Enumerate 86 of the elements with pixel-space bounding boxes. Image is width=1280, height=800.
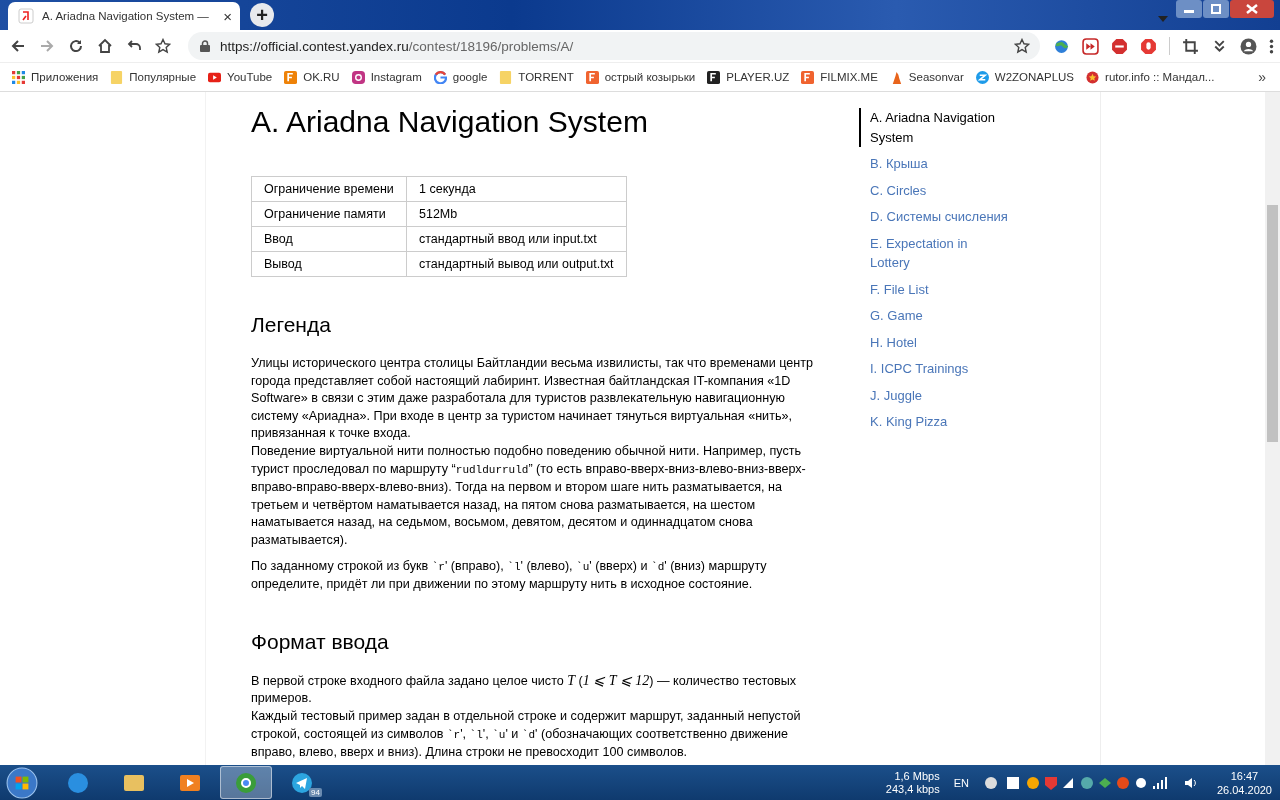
- table-cell: 512Mb: [406, 201, 627, 227]
- paragraph: Каждый тестовый пример задан в отдельной строке и содержит маршрут, заданный непустой строкой, состоящей из символов `r', `l', `u' и `d' (обозначающих соответственно движение вправо, влево, вверх и вниз). Длина строки не превосходит 100 символов.: [251, 707, 802, 762]
- section-heading: Формат ввода: [251, 629, 390, 654]
- square-logo-icon: [284, 70, 298, 84]
- download-speed: 1,6 Mbps: [894, 769, 940, 783]
- paragraph: По заданному строкой из букв `r' (вправо), `l' (влево), `u' (вверх) и `d' (вниз) маршруту определите, придёт ли при движении по этому маршруту нить в исходное состояние.: [251, 557, 768, 594]
- restore-icon[interactable]: [1203, 0, 1229, 18]
- table-cell: Ограничение памяти: [251, 201, 407, 227]
- crop-icon[interactable]: [1182, 37, 1199, 55]
- stop-hand-icon[interactable]: [1140, 37, 1157, 55]
- problem-link[interactable]: E. Expectation in Lottery: [859, 233, 1010, 273]
- site-logo-icon: [18, 8, 34, 24]
- table-cell: Вывод: [251, 251, 407, 277]
- circle-icon: [975, 70, 989, 84]
- table-cell: 1 секунда: [406, 176, 627, 202]
- square-logo-icon: [585, 70, 599, 84]
- fast-forward-extension-icon[interactable]: [1082, 37, 1099, 55]
- folder-icon: [499, 70, 513, 84]
- paragraph: Поведение виртуальной нити полностью подобно поведению обычной нити. Например, пусть турист проследовал по маршруту “rudldurruld” (то есть вправо-вверх-вниз-влево-вниз-вверх-вправо-вправо-вверх-влево-вниз). Тогда на первом и втором шаге нить разматывается, на третьем и четвёртом наматывается назад, на пятом снова разматывается, на шестом наматывается назад, на седьмом, восьмом, девятом, десятом и одиннадцатом снова разматывается).: [251, 442, 807, 549]
- start-button[interactable]: [6, 766, 38, 799]
- ring-icon: [433, 70, 447, 84]
- problem-link[interactable]: D. Системы счисления: [859, 207, 1010, 227]
- new-tab-button[interactable]: +: [250, 3, 274, 27]
- menu-icon[interactable]: [1269, 37, 1274, 55]
- bookmark-link[interactable]: Seasonvar: [889, 70, 964, 84]
- star-badge-icon: [1086, 70, 1100, 84]
- problem-link[interactable]: A. Ariadna Navigation System: [859, 108, 1010, 147]
- problem-link[interactable]: F. File List: [859, 279, 1010, 299]
- bookmark-link[interactable]: FILMIX.ME: [801, 70, 878, 84]
- square-logo-icon: [707, 70, 721, 84]
- minimize-icon[interactable]: [1176, 0, 1202, 18]
- table-cell: стандартный вывод или output.txt: [406, 251, 627, 277]
- paragraph: В первой строке входного файла задано целое чисто T (1 ⩽ T ⩽ 12) — количество тестовых примеров.: [251, 671, 798, 708]
- problem-link[interactable]: H. Hotel: [859, 332, 1010, 352]
- square-logo-icon: [801, 70, 815, 84]
- problem-title: A. Ariadna Navigation System: [251, 104, 649, 140]
- clock[interactable]: 16:47 26.04.2020: [1216, 768, 1272, 797]
- star-icon[interactable]: [155, 38, 171, 54]
- bookmark-link[interactable]: YouTube: [208, 70, 273, 84]
- lock-icon: [200, 40, 210, 52]
- camera-icon: [351, 70, 365, 84]
- bookmark-link[interactable]: Популярные: [110, 70, 197, 84]
- bookmark-link[interactable]: TORRENT: [499, 70, 574, 84]
- bookmark-link[interactable]: W2ZONAPLUS: [975, 70, 1075, 84]
- taskbar-app-button[interactable]: [220, 766, 272, 799]
- table-cell: стандартный ввод или input.txt: [406, 226, 627, 252]
- bookmark-link[interactable]: острый козырьки: [585, 70, 696, 84]
- problem-link[interactable]: K. King Pizza: [859, 412, 1010, 432]
- browser-tab[interactable]: A. Ariadna Navigation System — ×: [8, 2, 240, 30]
- app-icon: [234, 770, 258, 795]
- bookmark-link[interactable]: google: [433, 70, 488, 84]
- taskbar-app-button[interactable]: 94: [276, 766, 328, 799]
- apps-grid-icon: [12, 70, 25, 84]
- more-bookmarks-button[interactable]: »: [1258, 69, 1266, 85]
- language-indicator[interactable]: EN: [953, 776, 969, 789]
- tab-title: A. Ariadna Navigation System —: [42, 10, 210, 22]
- problem-link[interactable]: J. Juggle: [859, 385, 1010, 405]
- scrollbar[interactable]: [1265, 92, 1280, 765]
- unread-badge: 94: [309, 788, 322, 797]
- bookmark-link[interactable]: PLAYER.UZ: [707, 70, 790, 84]
- close-icon[interactable]: [1230, 0, 1274, 18]
- bookmark-link[interactable]: Приложения: [12, 70, 99, 84]
- folder-icon: [110, 70, 124, 84]
- problem-link[interactable]: G. Game: [859, 306, 1010, 326]
- reload-icon[interactable]: [68, 38, 84, 54]
- close-tab-button[interactable]: ×: [223, 7, 232, 25]
- globe-extension-icon[interactable]: [1053, 37, 1070, 55]
- bookmark-link[interactable]: OK.RU: [284, 70, 340, 84]
- paragraph: Улицы исторического центра столицы Байтландии весьма извилисты, так что временами центр города представляет собой настоящий лабиринт. Известная байтландская IT-компания «1D Software» в связи с этим даже разработала для туристов развлекательную навигационную систему «Ариадна». При входе в центр за туристом начинает тянуться виртуальная «нить», привязанная к точке входа.: [251, 355, 814, 443]
- table-cell: Ввод: [251, 226, 407, 252]
- problem-link[interactable]: I. ICPC Trainings: [859, 359, 1010, 379]
- bookmark-star-icon[interactable]: [1014, 38, 1030, 54]
- problem-link[interactable]: B. Крыша: [859, 154, 1010, 174]
- home-icon[interactable]: [97, 38, 113, 54]
- problem-link[interactable]: C. Circles: [859, 180, 1010, 200]
- upload-speed: 243,4 kbps: [885, 782, 940, 796]
- back-arrow-icon[interactable]: [10, 38, 26, 54]
- app-icon: [66, 770, 90, 795]
- table-cell: Ограничение времени: [251, 176, 407, 202]
- bookmark-link[interactable]: Instagram: [351, 70, 422, 84]
- section-heading: Легенда: [251, 313, 332, 337]
- address-bar[interactable]: https://official.contest.yandex.ru/contest/18196/problems/A/: [188, 32, 1040, 60]
- account-icon[interactable]: [1240, 37, 1257, 55]
- play-icon: [208, 70, 222, 84]
- bookmark-link[interactable]: rutor.info :: Мандал...: [1086, 70, 1215, 84]
- adblock-icon[interactable]: [1111, 37, 1128, 55]
